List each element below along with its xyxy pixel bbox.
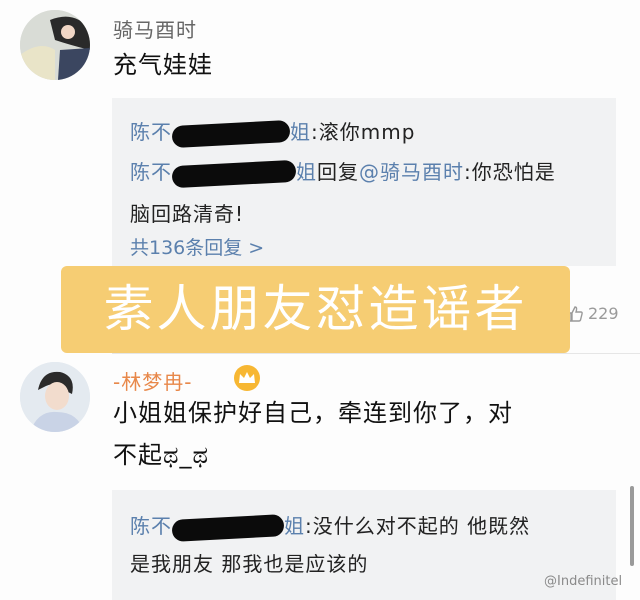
divider bbox=[112, 353, 640, 354]
scrollbar[interactable] bbox=[630, 486, 634, 566]
reply-line[interactable]: 陈不 姐回复@骑马酉时:你恐怕是 bbox=[130, 156, 556, 188]
reply-username-end[interactable]: 姐 bbox=[296, 160, 317, 184]
redaction-mark bbox=[171, 119, 291, 148]
avatar[interactable] bbox=[20, 362, 90, 432]
watermark: @Indefinitel bbox=[544, 574, 623, 589]
reply-line[interactable]: 陈不 姐:滚你mmp bbox=[130, 116, 416, 148]
crown-icon bbox=[234, 365, 260, 391]
reply-text-continued: 是我朋友 那我也是应该的 bbox=[130, 552, 369, 576]
reply-text: :你恐怕是 bbox=[464, 160, 556, 184]
reply-text: :没什么对不起的 他既然 bbox=[305, 514, 531, 538]
reply-username[interactable]: 陈不 bbox=[130, 160, 172, 184]
caption-banner: 素人朋友怼造谣者 bbox=[61, 266, 570, 353]
redaction-mark bbox=[171, 159, 297, 188]
avatar[interactable] bbox=[20, 10, 90, 80]
comment-text-line: 不起ಥ_ಥ bbox=[113, 441, 210, 469]
reply-username[interactable]: 陈不 bbox=[130, 120, 172, 144]
more-replies-link[interactable]: 共136条回复 > bbox=[130, 233, 264, 260]
comment-text-line: 小姐姐保护好自己，牵连到你了，对 bbox=[113, 399, 513, 427]
reply-line[interactable]: 陈不 姐:没什么对不起的 他既然 bbox=[130, 510, 531, 542]
avatar-photo bbox=[20, 10, 90, 80]
comment-text: 小姐姐保护好自己，牵连到你了，对 不起ಥ_ಥ bbox=[113, 392, 613, 476]
reply-verb: 回复 bbox=[317, 160, 359, 184]
reply-text-continued: 脑回路清奇! bbox=[130, 202, 245, 226]
banner-text: 素人朋友怼造谣者 bbox=[103, 280, 528, 338]
username[interactable]: 骑马酉时 bbox=[113, 14, 197, 43]
like-count: 229 bbox=[588, 304, 619, 323]
redaction-mark bbox=[171, 513, 285, 542]
reply-username[interactable]: 陈不 bbox=[130, 514, 172, 538]
avatar-photo bbox=[20, 362, 90, 432]
reply-text: :滚你mmp bbox=[311, 120, 416, 144]
reply-username-end[interactable]: 姐 bbox=[290, 120, 311, 144]
comment-text: 充气娃娃 bbox=[113, 51, 213, 79]
username[interactable]: -林梦冉- bbox=[113, 366, 192, 395]
reply-username-end[interactable]: 姐 bbox=[284, 514, 305, 538]
mention-link[interactable]: @骑马酉时 bbox=[359, 160, 464, 184]
reply-box bbox=[112, 490, 616, 600]
